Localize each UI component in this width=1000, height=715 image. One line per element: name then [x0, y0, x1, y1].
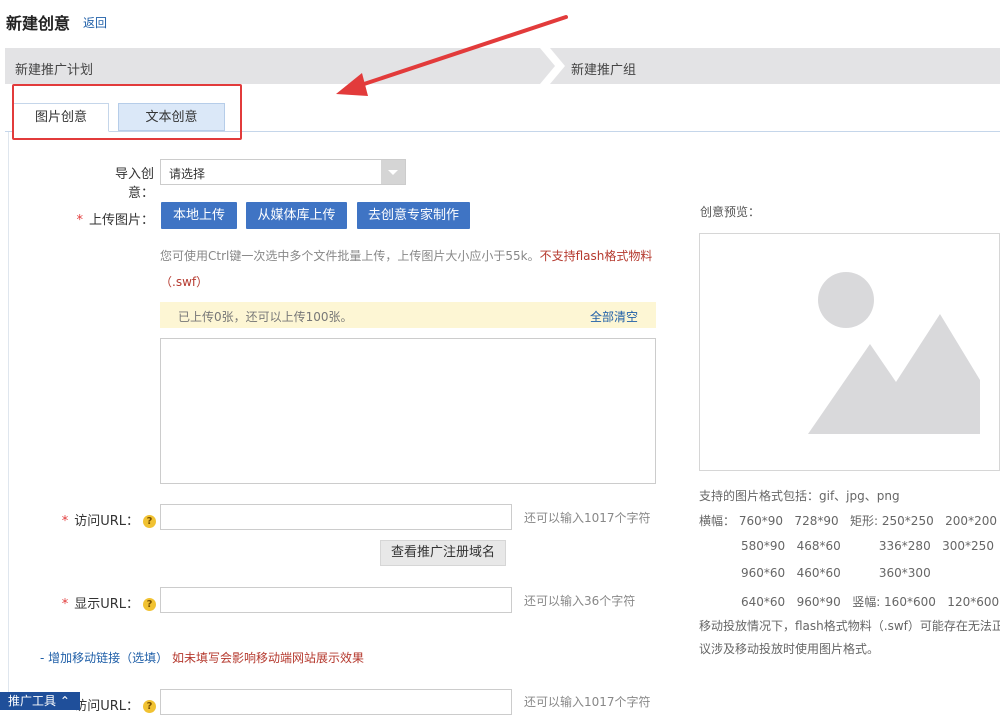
media-library-upload-button[interactable]: 从媒体库上传: [246, 202, 347, 229]
view-domain-button[interactable]: 查看推广注册域名: [380, 540, 506, 566]
upload-count-text: 已上传0张，还可以上传100张。: [178, 310, 353, 324]
annotation-highlight-box: [12, 84, 242, 140]
step-new-group: 新建推广组: [571, 63, 637, 78]
mobile-link-warning: 如未填写会影响移动端网站展示效果: [171, 651, 364, 665]
clear-all-link[interactable]: 全部清空: [590, 308, 638, 325]
add-mobile-link[interactable]: - 增加移动链接（选填） 如未填写会影响移动端网站展示效果: [40, 649, 364, 666]
flash-warning: 不支持flash格式物料: [539, 249, 653, 263]
chevron-down-icon[interactable]: [381, 160, 405, 184]
size-line: 640*60 960*90 竖幅: 160*600 120*600: [699, 595, 1000, 609]
import-select-value: 请选择: [169, 167, 206, 181]
page-title: 新建创意: [6, 14, 71, 33]
creative-expert-button[interactable]: 去创意专家制作: [357, 202, 470, 229]
upload-notice: 已上传0张，还可以上传100张。 全部清空: [160, 302, 656, 328]
mobile-note: 移动投放情况下，flash格式物料（.swf）可能存在无法正常: [699, 619, 1000, 633]
image-placeholder-icon: [808, 272, 980, 434]
size-line: 960*60 460*60 360*300: [699, 566, 931, 580]
help-icon[interactable]: ?: [143, 700, 156, 713]
visit-url-label: * 访问URL：?: [60, 510, 156, 529]
local-upload-button[interactable]: 本地上传: [161, 202, 237, 229]
preview-box: [699, 233, 1000, 471]
mobile-note: 议涉及移动投放时使用图片格式。: [699, 642, 880, 656]
preview-label: 创意预览：: [700, 205, 761, 219]
mobile-visit-url-char-count: 还可以输入1017个字符: [524, 695, 651, 709]
import-label: 导入创意：: [114, 167, 154, 201]
mobile-visit-url-input[interactable]: [160, 689, 512, 715]
help-icon[interactable]: ?: [143, 598, 156, 611]
upload-hint: 您可使用Ctrl键一次选中多个文件批量上传，上传图片大小应小于55k。不支持fl…: [160, 249, 653, 289]
help-icon[interactable]: ?: [143, 515, 156, 528]
visit-url-char-count: 还可以输入1017个字符: [524, 511, 651, 525]
size-line: 580*90 468*60 336*280 300*250: [699, 539, 994, 553]
display-url-input[interactable]: [160, 587, 512, 613]
step-chevron-icon: [540, 48, 565, 84]
required-mark: *: [76, 213, 83, 228]
promotion-tools-button[interactable]: 推广工具 ⌃: [0, 692, 80, 710]
swf-note: （.swf）: [160, 275, 209, 289]
back-link[interactable]: 返回: [83, 14, 107, 31]
upload-label: * 上传图片：: [76, 213, 154, 228]
size-line: 横幅： 760*90 728*90 矩形: 250*250 200*200: [699, 514, 997, 528]
import-select[interactable]: 请选择: [160, 159, 406, 185]
step-new-plan: 新建推广计划: [15, 63, 94, 78]
visit-url-input[interactable]: [160, 504, 512, 530]
step-bar: 新建推广计划 新建推广组: [5, 48, 1000, 84]
display-url-label: * 显示URL：?: [60, 593, 156, 612]
upload-drop-area[interactable]: [160, 338, 656, 484]
display-url-char-count: 还可以输入36个字符: [524, 594, 636, 608]
supported-formats: 支持的图片格式包括：gif、jpg、png: [699, 489, 900, 503]
